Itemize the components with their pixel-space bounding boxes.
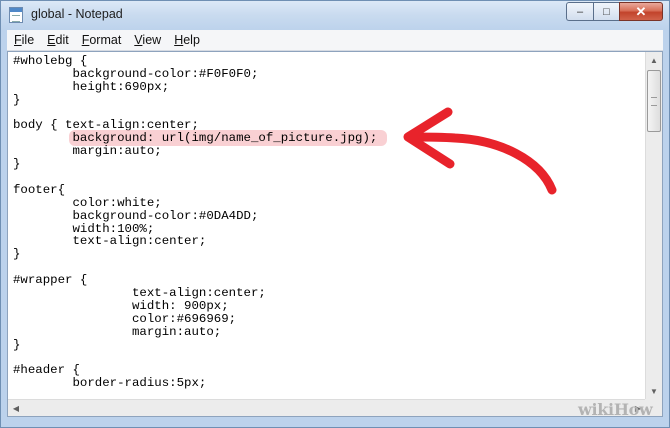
scroll-up-button[interactable]: ▲ <box>646 52 662 69</box>
scroll-left-button[interactable]: ◀ <box>8 400 24 416</box>
vertical-scrollbar[interactable]: ▲ ▼ <box>645 52 662 400</box>
vertical-scroll-thumb[interactable] <box>647 70 661 132</box>
code-line: width: 900px; <box>13 298 229 313</box>
code-line: background-color:#F0F0F0; <box>13 66 259 81</box>
triangle-left-icon: ◀ <box>12 404 20 413</box>
triangle-right-icon: ▶ <box>634 404 642 413</box>
code-line: color:#696969; <box>13 311 237 326</box>
minimize-icon: – <box>576 5 584 18</box>
maximize-icon: □ <box>603 5 610 18</box>
menu-format-label: ormat <box>89 33 122 47</box>
notepad-window: global - Notepad – □ ✕ File Edit Format … <box>0 0 670 428</box>
scrollbar-corner <box>645 399 662 416</box>
code-line: margin:auto; <box>13 144 162 159</box>
code-line: #wholebg { <box>13 54 88 68</box>
code-line: height:690px; <box>13 79 170 94</box>
text-editor-area[interactable]: #wholebg { background-color:#F0F0F0; hei… <box>7 51 663 417</box>
triangle-down-icon: ▼ <box>650 387 658 396</box>
window-title: global - Notepad <box>31 7 123 21</box>
menu-help[interactable]: Help <box>167 33 206 47</box>
code-line: footer{ <box>13 182 66 197</box>
code-line: } <box>13 247 21 262</box>
code-line: } <box>13 337 21 352</box>
title-bar[interactable]: global - Notepad – □ ✕ <box>1 1 669 29</box>
triangle-up-icon: ▲ <box>650 56 658 65</box>
minimize-button[interactable]: – <box>566 2 593 21</box>
window-controls: – □ ✕ <box>566 2 663 21</box>
code-line: } <box>13 157 21 172</box>
scroll-down-button[interactable]: ▼ <box>646 383 662 400</box>
code-line: border-radius:5px; <box>13 376 207 391</box>
menu-view[interactable]: View <box>127 33 167 47</box>
code-line: color:white; <box>13 195 162 210</box>
scroll-right-button[interactable]: ▶ <box>630 400 646 416</box>
menu-bar: File Edit Format View Help <box>7 30 663 51</box>
code-line: text-align:center; <box>13 234 207 249</box>
code-line: } <box>13 92 21 107</box>
horizontal-scrollbar[interactable]: ◀ ▶ <box>8 399 646 416</box>
close-icon: ✕ <box>635 3 647 19</box>
code-line: margin:auto; <box>13 324 222 339</box>
close-button[interactable]: ✕ <box>619 2 663 21</box>
maximize-button[interactable]: □ <box>593 2 619 21</box>
menu-edit[interactable]: Edit <box>40 33 75 47</box>
menu-file[interactable]: File <box>7 33 40 47</box>
code-line: text-align:center; <box>13 286 266 301</box>
code-text[interactable]: #wholebg { background-color:#F0F0F0; hei… <box>13 54 388 391</box>
code-line: background-color:#0DA4DD; <box>13 208 259 223</box>
notepad-app-icon[interactable] <box>9 7 23 23</box>
menu-format[interactable]: Format <box>75 33 128 47</box>
